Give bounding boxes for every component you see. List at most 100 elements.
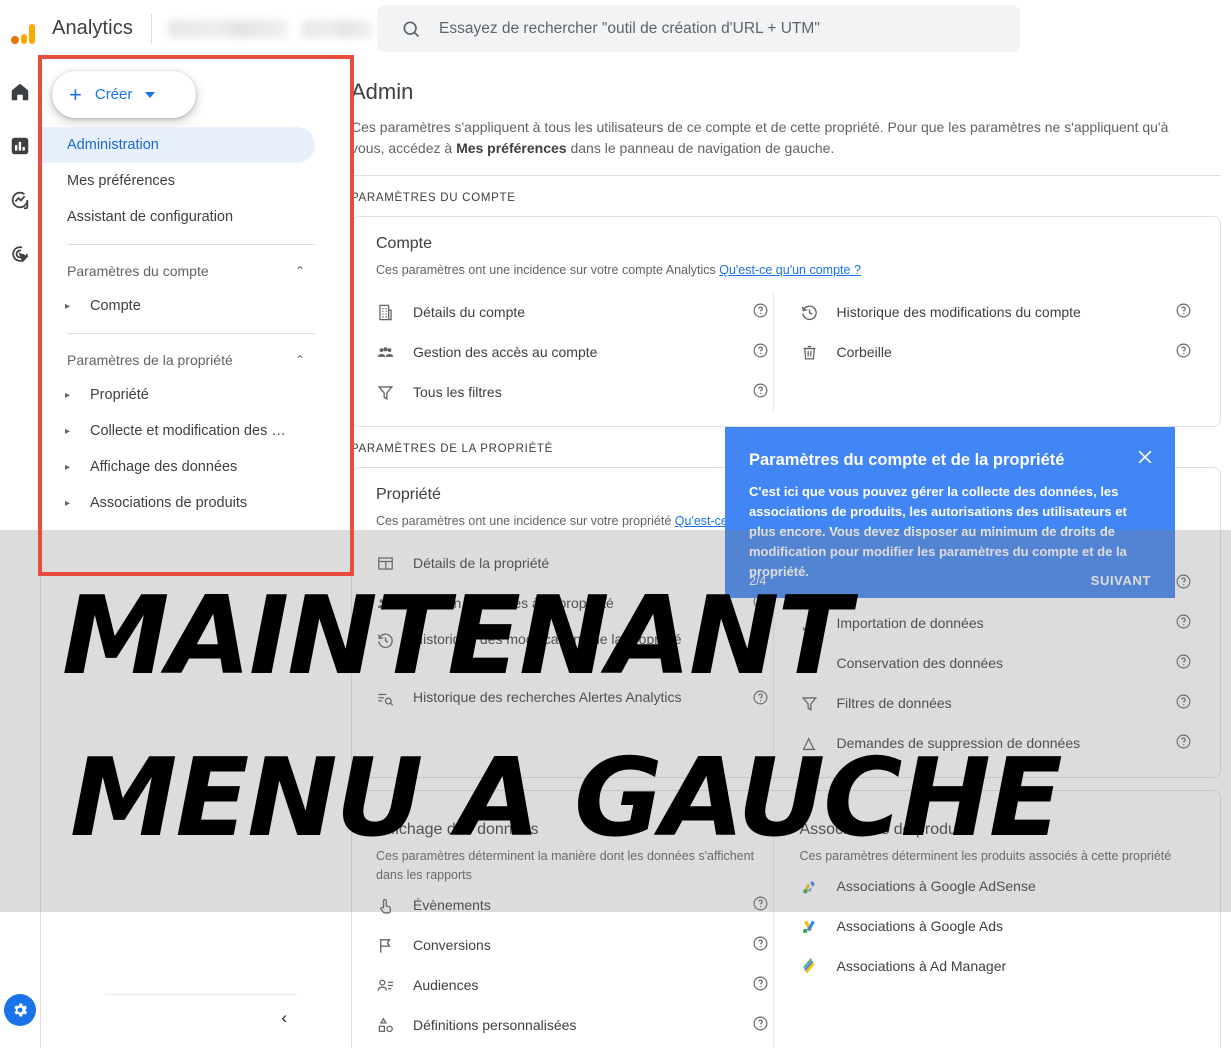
chevron-right-icon: ▸ xyxy=(65,497,71,509)
account-card-grid: Détails du compte Gestion des accès au c… xyxy=(376,292,1196,412)
account-card-left-column: Détails du compte Gestion des accès au c… xyxy=(376,292,773,412)
search-input[interactable] xyxy=(437,18,1020,39)
row-historique-des-modifications-du-compte[interactable]: Historique des modifications du compte xyxy=(800,292,1197,332)
help-icon[interactable] xyxy=(1175,693,1192,713)
explore-icon[interactable] xyxy=(7,187,33,213)
page-description: Ces paramètres s'appliquent à tous les u… xyxy=(351,117,1171,159)
row-gestion-des-acces-au-compte[interactable]: Gestion des accès au compte xyxy=(376,332,773,372)
sidebar-item-affichage-des-donnees[interactable]: ▸ Affichage des données xyxy=(41,449,341,485)
row-details-du-compte[interactable]: Détails du compte xyxy=(376,292,773,332)
row-label: Historique des modifications de la propr… xyxy=(413,631,682,647)
google-analytics-logo xyxy=(8,14,38,44)
display-card-subtitle: Ces paramètres déterminent la manière do… xyxy=(376,849,755,882)
property-name-blurred xyxy=(301,19,372,38)
row-evenements[interactable]: Évènements xyxy=(376,885,773,925)
sidebar-item-collecte-et-modification[interactable]: ▸ Collecte et modification des … xyxy=(41,413,341,449)
sidebar-item-assistant-de-configuration[interactable]: Assistant de configuration xyxy=(41,199,315,235)
display-card-left-column: Affichage des données Ces paramètres dét… xyxy=(376,821,773,1048)
trash-icon xyxy=(800,343,826,362)
help-icon[interactable] xyxy=(752,1015,769,1035)
sidebar-item-associations-de-produits[interactable]: ▸ Associations de produits xyxy=(41,485,341,521)
help-icon[interactable] xyxy=(752,302,769,322)
ad-manager-icon xyxy=(800,957,826,976)
help-icon[interactable] xyxy=(1175,613,1192,633)
sidebar-item-administration[interactable]: Administration xyxy=(41,127,315,163)
nav-divider xyxy=(67,333,315,334)
help-icon[interactable] xyxy=(1175,573,1192,593)
reports-bar-chart-icon[interactable] xyxy=(7,133,33,159)
row-associations-ad-manager[interactable]: Associations à Ad Manager xyxy=(800,946,1197,986)
coachmark-step: 2/4 xyxy=(749,573,767,588)
sidebar-item-propriete[interactable]: ▸ Propriété xyxy=(41,377,341,413)
help-icon[interactable] xyxy=(752,382,769,402)
row-associations-google-ads[interactable]: Associations à Google Ads xyxy=(800,906,1197,946)
filter-funnel-icon xyxy=(376,383,402,402)
help-icon[interactable] xyxy=(752,895,769,915)
chevron-up-icon: ⌃ xyxy=(294,264,305,278)
property-card-left-column: Détails de la propriété Gestion des accè… xyxy=(376,543,773,763)
custom-definitions-icon xyxy=(376,1016,402,1035)
chevron-right-icon: ▸ xyxy=(65,300,71,312)
row-label: Gestion des accès au compte xyxy=(413,343,598,360)
collapse-nav-button[interactable]: ‹ xyxy=(281,1008,287,1028)
page-description-part2: dans le panneau de navigation de gauche. xyxy=(566,140,835,156)
advertising-target-icon[interactable] xyxy=(7,241,33,267)
sidebar-item-label: Assistant de configuration xyxy=(67,209,234,225)
close-icon[interactable] xyxy=(1135,447,1155,472)
search-bar[interactable] xyxy=(377,5,1020,52)
sidebar-item-label: Collecte et modification des … xyxy=(90,423,286,439)
data-display-card: Affichage des données Ces paramètres dét… xyxy=(351,790,1221,1048)
row-corbeille[interactable]: Corbeille xyxy=(800,332,1197,372)
help-icon[interactable] xyxy=(1175,733,1192,753)
gear-icon xyxy=(14,1003,28,1017)
row-gestion-des-acces-a-la-propriete[interactable]: Gestion des accès à la propriété xyxy=(376,583,773,623)
row-conservation-des-donnees[interactable]: Conservation des données xyxy=(800,643,1197,683)
row-label: Historique des modifications du compte xyxy=(836,303,1081,320)
row-details-de-la-propriete[interactable]: Détails de la propriété xyxy=(376,543,773,583)
home-icon[interactable] xyxy=(7,79,33,105)
chevron-right-icon: ▸ xyxy=(65,389,71,401)
row-historique-des-modifications-de-la-propriete[interactable]: Historique des modifications de la propr… xyxy=(376,623,773,681)
row-label: Audiences xyxy=(413,976,479,993)
row-audiences[interactable]: Audiences xyxy=(376,965,773,1005)
row-label: Tous les filtres xyxy=(413,383,502,400)
nav-list: Administration Mes préférences Assistant… xyxy=(41,127,341,521)
nav-group-parametres-de-la-propriete[interactable]: Paramètres de la propriété ⌃ xyxy=(41,343,341,377)
help-icon[interactable] xyxy=(1175,342,1192,362)
nav-group-parametres-du-compte[interactable]: Paramètres du compte ⌃ xyxy=(41,254,341,288)
header-divider xyxy=(150,13,152,44)
brand-title: Analytics xyxy=(52,17,133,39)
create-button[interactable]: + Créer xyxy=(52,71,196,118)
help-icon[interactable] xyxy=(1175,302,1192,322)
coachmark-next-button[interactable]: SUIVANT xyxy=(1091,573,1151,588)
sidebar-item-mes-preferences[interactable]: Mes préférences xyxy=(41,163,315,199)
help-icon[interactable] xyxy=(752,631,769,651)
page-title: Admin xyxy=(351,79,414,104)
row-label: Gestion des accès à la propriété xyxy=(413,594,614,611)
sidebar-item-compte[interactable]: ▸ Compte xyxy=(41,288,341,324)
row-associations-google-adsense[interactable]: Associations à Google AdSense xyxy=(800,866,1197,906)
help-icon[interactable] xyxy=(752,975,769,995)
account-card-title: Compte xyxy=(376,235,433,252)
row-definitions-personnalisees[interactable]: Définitions personnalisées xyxy=(376,1005,773,1045)
sidebar-item-label: Associations de produits xyxy=(90,495,248,511)
property-card-subtitle-text: Ces paramètres ont une incidence sur vot… xyxy=(376,514,675,528)
help-icon[interactable] xyxy=(752,935,769,955)
row-filtres-de-donnees[interactable]: Filtres de données xyxy=(800,683,1197,723)
help-icon[interactable] xyxy=(752,689,769,709)
row-conversions[interactable]: Conversions xyxy=(376,925,773,965)
row-historique-des-recherches-alertes-analytics[interactable]: Historique des recherches Alertes Analyt… xyxy=(376,681,773,739)
account-card-right-column: Historique des modifications du compte C… xyxy=(772,292,1197,412)
row-demandes-de-suppression-de-donnees[interactable]: Demandes de suppression de données xyxy=(800,723,1197,763)
settings-gear-button[interactable] xyxy=(4,994,36,1026)
help-icon[interactable] xyxy=(752,342,769,362)
help-icon[interactable] xyxy=(1175,653,1192,673)
row-importation-de-donnees[interactable]: Importation de données xyxy=(800,603,1197,643)
chevron-up-icon: ⌃ xyxy=(294,353,305,367)
row-tous-les-filtres[interactable]: Tous les filtres xyxy=(376,372,773,412)
chevron-right-icon: ▸ xyxy=(65,461,71,473)
audiences-icon xyxy=(376,976,402,995)
what-is-an-account-link[interactable]: Qu'est-ce qu'un compte ? xyxy=(719,263,861,277)
section-divider xyxy=(351,175,1221,176)
sidebar-item-label: Administration xyxy=(67,137,159,153)
